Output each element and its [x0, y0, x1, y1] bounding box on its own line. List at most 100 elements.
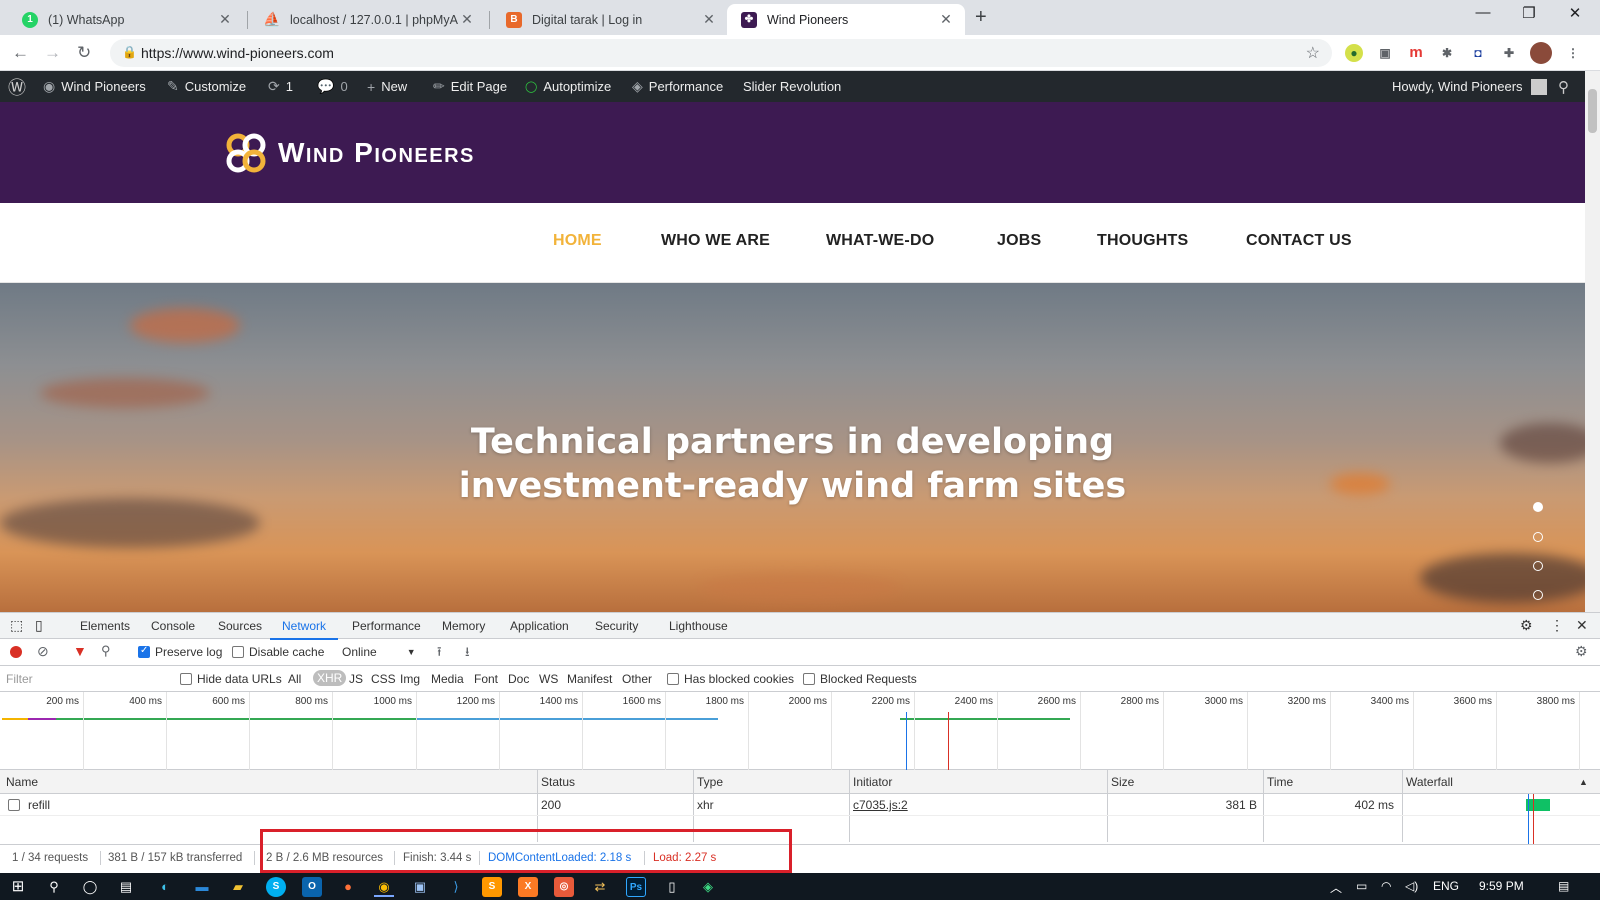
- outlook-icon[interactable]: O: [302, 877, 322, 897]
- close-icon[interactable]: ✕: [458, 11, 476, 28]
- vscode-icon[interactable]: ⟩: [446, 877, 466, 897]
- tray-battery-icon[interactable]: ▭: [1356, 879, 1367, 893]
- file-explorer-icon[interactable]: ▰: [228, 877, 248, 897]
- devtools-tab-elements[interactable]: Elements: [80, 619, 130, 633]
- filter-funnel-icon[interactable]: ▼: [73, 643, 87, 659]
- chrome-icon[interactable]: ◉: [374, 877, 394, 897]
- adminbar-customize[interactable]: ✎ Customize: [167, 71, 246, 102]
- tray-clock[interactable]: 9:59 PM: [1479, 879, 1524, 893]
- adminbar-search-icon[interactable]: ⚲: [1558, 71, 1575, 102]
- notifications-icon[interactable]: ▤: [1558, 879, 1569, 893]
- slider-dot-4[interactable]: [1533, 590, 1543, 600]
- close-icon[interactable]: ✕: [937, 11, 955, 28]
- column-name[interactable]: Name: [6, 775, 38, 789]
- sort-arrow-icon[interactable]: ▲: [1579, 777, 1588, 787]
- clear-icon[interactable]: ⊘: [37, 643, 49, 660]
- export-har-icon[interactable]: ⭳: [465, 643, 470, 665]
- nav-home[interactable]: HOME: [553, 232, 602, 250]
- tray-chevron-icon[interactable]: ︿: [1330, 879, 1342, 896]
- devtools-menu-icon[interactable]: ⋮: [1550, 617, 1564, 634]
- reload-icon[interactable]: ↻: [77, 43, 91, 63]
- extension-m-icon[interactable]: m: [1407, 44, 1425, 62]
- edge-icon[interactable]: ◐: [155, 877, 175, 897]
- scrollbar-thumb[interactable]: [1588, 89, 1597, 133]
- nav-thoughts[interactable]: THOUGHTS: [1097, 232, 1188, 250]
- table-row[interactable]: refill 200 xhr c7035.js:2 381 B 402 ms: [0, 794, 1600, 844]
- network-settings-gear-icon[interactable]: ⚙: [1575, 643, 1588, 660]
- column-size[interactable]: Size: [1111, 775, 1134, 789]
- preserve-log-checkbox[interactable]: Preserve log: [138, 645, 222, 659]
- filter-type-other[interactable]: Other: [622, 672, 652, 686]
- blocked-requests-checkbox[interactable]: Blocked Requests: [803, 672, 917, 686]
- adminbar-edit-page[interactable]: ✏ Edit Page: [433, 71, 507, 102]
- inspect-element-icon[interactable]: ⬚: [10, 617, 23, 634]
- devtools-tab-performance[interactable]: Performance: [352, 619, 421, 633]
- tab-whatsapp[interactable]: 1 (1) WhatsApp ✕: [8, 4, 244, 35]
- slider-dot-2[interactable]: [1533, 532, 1543, 542]
- adminbar-slider-revolution[interactable]: Slider Revolution: [743, 71, 841, 102]
- task-view-icon[interactable]: ▤: [116, 877, 136, 897]
- address-bar[interactable]: 🔒 https://www.wind-pioneers.com ☆: [110, 39, 1332, 67]
- tab-wind-pioneers[interactable]: ✤ Wind Pioneers ✕: [727, 4, 965, 35]
- page-scrollbar[interactable]: [1585, 71, 1600, 612]
- request-initiator-link[interactable]: c7035.js:2: [853, 798, 908, 812]
- devtools-tab-console[interactable]: Console: [151, 619, 195, 633]
- adminbar-performance[interactable]: ◈ Performance: [632, 71, 723, 102]
- site-logo[interactable]: Wind Pioneers: [222, 129, 475, 177]
- throttling-select[interactable]: Online ▼: [342, 645, 416, 659]
- search-icon[interactable]: ⚲: [44, 877, 64, 897]
- firefox-icon[interactable]: ●: [338, 877, 358, 897]
- device-toolbar-icon[interactable]: ▯: [35, 617, 43, 634]
- back-icon[interactable]: ←: [12, 43, 29, 63]
- window-close-icon[interactable]: ✕: [1552, 4, 1598, 22]
- filter-type-js[interactable]: JS: [349, 672, 363, 686]
- bookmark-star-icon[interactable]: ☆: [1306, 43, 1320, 63]
- devtools-close-icon[interactable]: ✕: [1576, 617, 1588, 634]
- close-icon[interactable]: ✕: [216, 11, 234, 28]
- camera-icon[interactable]: ▣: [1376, 44, 1394, 62]
- tray-volume-icon[interactable]: ◁): [1405, 879, 1418, 893]
- adminbar-site-name[interactable]: ◉ Wind Pioneers: [43, 71, 146, 102]
- tray-language[interactable]: ENG: [1433, 879, 1459, 893]
- extensions-puzzle-icon[interactable]: ✚: [1500, 44, 1518, 62]
- devtools-tab-lighthouse[interactable]: Lighthouse: [669, 619, 728, 633]
- notepad-icon[interactable]: ▯: [662, 877, 682, 897]
- new-tab-plus-icon[interactable]: +: [975, 6, 987, 29]
- slider-dot-3[interactable]: [1533, 561, 1543, 571]
- profile-avatar[interactable]: [1530, 42, 1552, 64]
- filter-type-media[interactable]: Media: [431, 672, 464, 686]
- request-name[interactable]: refill: [8, 798, 50, 812]
- app-icon[interactable]: ◎: [554, 877, 574, 897]
- search-icon[interactable]: ⚲: [101, 643, 111, 659]
- settings-gear-icon[interactable]: ⚙: [1520, 617, 1533, 634]
- filter-type-manifest[interactable]: Manifest: [567, 672, 612, 686]
- column-initiator[interactable]: Initiator: [853, 775, 892, 789]
- devtools-tab-sources[interactable]: Sources: [218, 619, 262, 633]
- nav-who-we-are[interactable]: WHO WE ARE: [661, 232, 770, 250]
- adminbar-new[interactable]: + New: [367, 71, 407, 102]
- devtools-tab-memory[interactable]: Memory: [442, 619, 485, 633]
- adminbar-comments[interactable]: 💬 0: [317, 71, 348, 102]
- filter-type-img[interactable]: Img: [400, 672, 420, 686]
- filter-input[interactable]: Filter: [6, 672, 33, 686]
- hide-data-urls-checkbox[interactable]: Hide data URLs: [180, 672, 282, 686]
- slider-dot-1[interactable]: [1533, 502, 1543, 512]
- chrome-menu-icon[interactable]: ⋮: [1564, 44, 1582, 62]
- sublime-icon[interactable]: S: [482, 877, 502, 897]
- adminbar-autoptimize[interactable]: ◯ Autoptimize: [525, 71, 611, 102]
- column-type[interactable]: Type: [697, 775, 723, 789]
- minimize-icon[interactable]: —: [1460, 4, 1506, 21]
- column-waterfall[interactable]: Waterfall: [1406, 775, 1453, 789]
- remote-desktop-icon[interactable]: ▣: [410, 877, 430, 897]
- has-blocked-cookies-checkbox[interactable]: Has blocked cookies: [667, 672, 794, 686]
- tab-phpmyadmin[interactable]: ⛵ localhost / 127.0.0.1 | phpMyAdm ✕: [250, 4, 486, 35]
- filter-type-font[interactable]: Font: [474, 672, 498, 686]
- extension-screen-icon[interactable]: ◘: [1469, 44, 1487, 62]
- filter-type-doc[interactable]: Doc: [508, 672, 529, 686]
- filter-type-all[interactable]: All: [288, 672, 301, 686]
- xampp-icon[interactable]: X: [518, 877, 538, 897]
- close-icon[interactable]: ✕: [700, 11, 718, 28]
- devtools-tab-security[interactable]: Security: [595, 619, 638, 633]
- restore-icon[interactable]: ❐: [1506, 4, 1552, 22]
- windows-start-icon[interactable]: ⊞: [8, 877, 28, 897]
